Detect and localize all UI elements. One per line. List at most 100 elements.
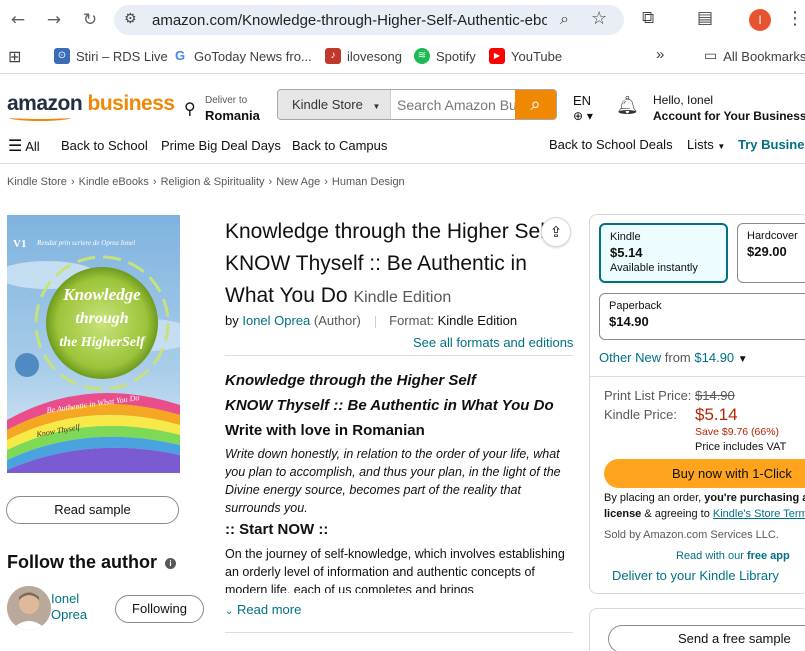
google-icon: G bbox=[172, 48, 188, 64]
deliver-to-label: Deliver to bbox=[205, 95, 248, 106]
author-avatar[interactable] bbox=[7, 586, 51, 630]
see-all-formats-link[interactable]: See all formats and editions bbox=[413, 335, 573, 350]
format-value: Kindle Edition bbox=[437, 313, 518, 328]
bookmark-label: Spotify bbox=[436, 48, 476, 64]
store-terms-link[interactable]: Kindle's Store Term bbox=[713, 508, 805, 520]
bookmark-label: YouTube bbox=[511, 48, 563, 64]
breadcrumb-item[interactable]: Kindle eBooks bbox=[79, 176, 149, 188]
all-bookmarks-label: All Bookmarks bbox=[723, 48, 805, 64]
lists-label: Lists bbox=[687, 137, 714, 152]
folder-icon: ▭ bbox=[704, 48, 718, 64]
cover-top-text: Rendat prin scriere de Oprea Ionel bbox=[36, 239, 135, 247]
forward-icon[interactable]: → bbox=[43, 9, 65, 31]
following-button[interactable]: Following bbox=[115, 595, 204, 623]
account-menu[interactable]: Hello, Ionel Account for Your Business bbox=[653, 93, 805, 123]
format-price: $14.90 bbox=[609, 314, 649, 329]
read-sample-button[interactable]: Read sample bbox=[6, 496, 179, 524]
agreeing-text: & agreeing to bbox=[644, 508, 710, 520]
print-list-price-label: Print List Price: bbox=[604, 388, 692, 403]
search-icon[interactable]: ⌕ bbox=[515, 90, 556, 119]
sold-by: Sold by Amazon.com Services LLC. bbox=[604, 529, 779, 541]
breadcrumb-item[interactable]: New Age bbox=[276, 176, 320, 188]
breadcrumb-item[interactable]: Kindle Store bbox=[7, 176, 67, 188]
description-start-now: :: Start NOW :: bbox=[225, 521, 329, 538]
zoom-icon[interactable]: ⌕ bbox=[560, 9, 569, 29]
other-new-label: Other New bbox=[599, 350, 662, 365]
nav-prime-big-deal-days[interactable]: Prime Big Deal Days bbox=[161, 138, 281, 153]
bookmark-youtube[interactable]: ▶ YouTube bbox=[489, 48, 562, 64]
breadcrumb-separator: › bbox=[70, 176, 75, 188]
back-icon[interactable]: ← bbox=[7, 9, 29, 31]
extensions-icon[interactable]: ⧉ bbox=[642, 8, 654, 28]
send-free-sample-button[interactable]: Send a free sample bbox=[608, 625, 805, 651]
apps-icon[interactable]: ⊞ bbox=[8, 47, 21, 66]
reload-icon[interactable]: ↻ bbox=[79, 9, 101, 31]
bell-icon[interactable]: 🔔︎ bbox=[616, 95, 639, 116]
format-kindle[interactable]: Kindle $5.14 Available instantly bbox=[599, 223, 728, 283]
format-hardcover[interactable]: Hardcover $29.00 bbox=[737, 223, 805, 283]
breadcrumb-separator: › bbox=[152, 176, 157, 188]
site-info-icon[interactable]: ⚙ bbox=[124, 11, 137, 27]
nav-lists[interactable]: Lists ▼ bbox=[687, 137, 725, 152]
breadcrumb-item[interactable]: Human Design bbox=[332, 176, 405, 188]
book-cover-art: V1 Rendat prin scriere de Oprea Ionel Kn… bbox=[7, 215, 180, 473]
share-icon[interactable]: ⇪ bbox=[541, 217, 571, 247]
author-photo-art bbox=[7, 586, 51, 630]
format-price: $29.00 bbox=[747, 244, 787, 259]
url-text[interactable]: amazon.com/Knowledge-through-Higher-Self… bbox=[152, 12, 547, 29]
amazon-business-logo[interactable]: amazon business bbox=[7, 92, 175, 121]
description-paragraph: On the journey of self-knowledge, which … bbox=[225, 547, 565, 593]
author-first-name: Ionel bbox=[51, 591, 80, 606]
follow-author-label: Follow the author bbox=[7, 552, 157, 572]
read-with-app[interactable]: Read with our free app bbox=[676, 550, 790, 562]
deliver-to-kindle-library[interactable]: Deliver to your Kindle Library bbox=[612, 568, 779, 583]
cover-top-left: V1 bbox=[13, 238, 26, 250]
nav-try-business[interactable]: Try Busines bbox=[738, 137, 805, 152]
read-more-link[interactable]: ⌄ Read more bbox=[225, 602, 301, 617]
print-list-price: $14.90 bbox=[695, 388, 735, 403]
address-bar[interactable]: ⚙ amazon.com/Knowledge-through-Higher-Se… bbox=[114, 5, 624, 35]
byline-divider bbox=[374, 315, 376, 328]
reading-list-icon[interactable]: ▤ bbox=[697, 8, 713, 28]
other-new-link[interactable]: Other New from $14.90 ▼ bbox=[599, 350, 748, 365]
book-cover-image[interactable]: V1 Rendat prin scriere de Oprea Ionel Kn… bbox=[7, 215, 180, 473]
search-input[interactable]: Search Amazon Bu bbox=[397, 97, 515, 113]
breadcrumb-separator: › bbox=[324, 176, 328, 188]
ilovesong-icon: ♪ bbox=[325, 48, 341, 64]
author-link[interactable]: Ionel Oprea bbox=[242, 313, 310, 328]
all-bookmarks[interactable]: ▭ All Bookmarks bbox=[704, 48, 805, 64]
language-selector[interactable]: EN ⊕ ▾ bbox=[573, 93, 593, 123]
order-terms-line-2: license & agreeing to Kindle's Store Ter… bbox=[604, 508, 805, 520]
description-heading-3: Write with love in Romanian bbox=[225, 422, 425, 439]
rds-icon: ⊙ bbox=[54, 48, 70, 64]
product-title: Knowledge through the Higher Self: KNOW … bbox=[225, 216, 565, 314]
buy-now-button[interactable]: Buy now with 1-Click bbox=[604, 459, 805, 488]
nav-back-to-campus[interactable]: Back to Campus bbox=[292, 138, 387, 153]
bookmark-gotoday[interactable]: G GoToday News fro... bbox=[172, 48, 312, 64]
description-italic-paragraph: Write down honestly, in relation to the … bbox=[225, 447, 561, 515]
breadcrumb-item[interactable]: Religion & Spirituality bbox=[161, 176, 265, 188]
breadcrumb-separator: › bbox=[268, 176, 273, 188]
search-department-select[interactable]: Kindle Store ▼ bbox=[278, 90, 391, 119]
bookmark-star-icon[interactable]: ☆ bbox=[591, 8, 607, 29]
author-name-link[interactable]: Ionel Oprea bbox=[51, 591, 101, 623]
location-pin-icon: ⚲ bbox=[184, 99, 196, 118]
format-paperback[interactable]: Paperback $14.90 bbox=[599, 293, 805, 340]
account-greeting: Hello, Ionel bbox=[653, 93, 714, 107]
profile-avatar[interactable]: I bbox=[749, 9, 771, 31]
description-heading-2: KNOW Thyself :: Be Authentic in What You… bbox=[225, 397, 554, 414]
browser-toolbar: ← → ↻ ⚙ amazon.com/Knowledge-through-Hig… bbox=[0, 0, 805, 40]
format-label: Format: bbox=[389, 313, 434, 328]
nav-back-to-school[interactable]: Back to School bbox=[61, 138, 148, 153]
all-menu-button[interactable]: ☰ All bbox=[8, 136, 40, 155]
nav-back-to-school-deals[interactable]: Back to School Deals bbox=[549, 137, 673, 152]
bookmarks-bar: ⊞ ⊙ Stiri – RDS Live G GoToday News fro.… bbox=[0, 40, 805, 74]
vat-note: Price includes VAT bbox=[695, 441, 787, 453]
bookmark-ilovesong[interactable]: ♪ ilovesong bbox=[325, 48, 402, 64]
menu-icon[interactable]: ⋮ bbox=[786, 8, 804, 29]
info-icon[interactable]: i bbox=[165, 557, 177, 569]
read-with-label: Read with our bbox=[676, 550, 744, 562]
bookmark-spotify[interactable]: ≋ Spotify bbox=[414, 48, 476, 64]
bookmark-rds[interactable]: ⊙ Stiri – RDS Live bbox=[54, 48, 168, 64]
more-bookmarks-icon[interactable]: » bbox=[656, 46, 664, 63]
